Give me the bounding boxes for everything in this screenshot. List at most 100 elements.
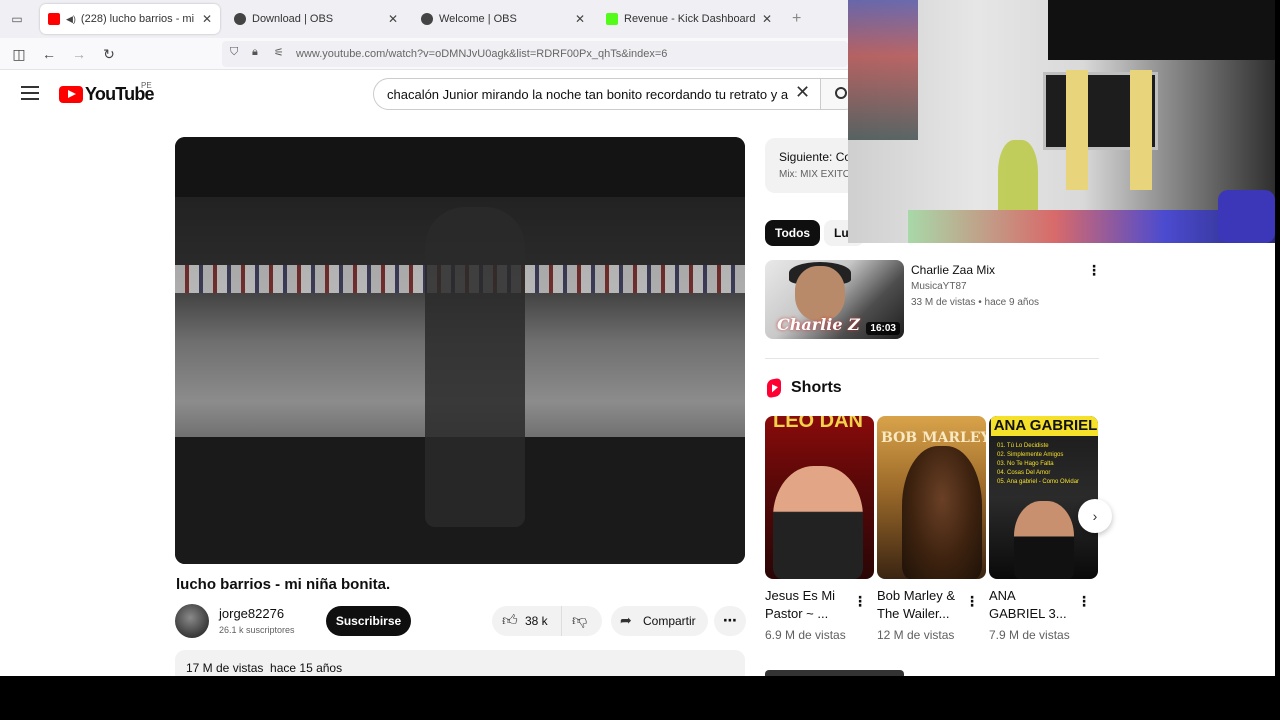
shorts-icon — [767, 377, 781, 399]
channel-avatar[interactable] — [175, 604, 209, 638]
screen-edge — [1275, 0, 1280, 676]
tab-title: Welcome | OBS — [439, 13, 517, 25]
webcam-posters — [848, 0, 918, 140]
subscribe-button[interactable]: Suscribirse — [326, 606, 411, 636]
short-title[interactable]: Bob Marley & The Wailer... — [877, 587, 957, 623]
short-thumbnail-text: LEO DAN — [773, 416, 863, 432]
forward-icon[interactable]: → — [70, 45, 88, 63]
webcam-ceiling — [1048, 0, 1275, 60]
video-duration: 16:03 — [866, 322, 900, 335]
url-text[interactable]: www.youtube.com/watch?v=oDMNJvU0agk&list… — [296, 48, 667, 60]
chevron-right-icon[interactable]: › — [1078, 499, 1112, 533]
more-options-icon[interactable]: ⋮ — [965, 593, 979, 610]
short-thumbnail[interactable]: ANA GABRIEL 01. Tú Lo Decidiste 02. Simp… — [989, 416, 1098, 579]
webcam-chair — [1218, 190, 1275, 243]
menu-icon[interactable] — [21, 86, 39, 100]
like-count: 38 k — [525, 614, 548, 628]
thumbnail-text: Charlie Z — [777, 315, 860, 334]
short-title[interactable]: Jesus Es Mi Pastor ~ ... — [765, 587, 845, 623]
webcam-object — [998, 140, 1038, 220]
short-thumbnail-text: BOB MARLEY — [881, 430, 986, 446]
view-count: 17 M de vistas hace 15 años — [186, 661, 343, 675]
tab-title: Revenue - Kick Dashboard — [624, 13, 756, 25]
tab-title: (228) lucho barrios - mi niña bonita. — [80, 13, 196, 25]
recommendation-thumbnail[interactable]: Charlie Z 16:03 — [765, 260, 904, 339]
more-options-icon[interactable]: ⋮ — [853, 593, 867, 610]
youtube-logo[interactable]: YouTube — [59, 84, 155, 105]
chip-todos[interactable]: Todos — [765, 220, 821, 246]
more-options-icon[interactable]: ⋮ — [1087, 262, 1101, 279]
short-views: 7.9 M de vistas — [989, 628, 1070, 642]
close-tab-icon[interactable]: ✕ — [762, 12, 772, 26]
short-thumbnail[interactable]: LEO DAN — [765, 416, 874, 579]
short-thumbnail-art — [1014, 501, 1074, 579]
share-icon: ➦ — [620, 612, 632, 628]
reload-icon[interactable]: ↻ — [100, 45, 118, 63]
address-bar[interactable]: ⛉ 🔒︎ ⚟ www.youtube.com/watch?v=oDMNJvU0a… — [222, 41, 848, 67]
subscriber-count: 26.1 k suscriptores — [219, 625, 295, 635]
browser-tab-bar: ▭ ◀) (228) lucho barrios - mi niña bonit… — [0, 0, 848, 38]
obs-favicon-icon — [234, 13, 246, 25]
share-label: Compartir — [643, 614, 696, 628]
short-thumbnail-text: ANA GABRIEL — [991, 416, 1098, 436]
close-tab-icon[interactable]: ✕ — [202, 12, 212, 26]
tab-welcome-obs[interactable]: Welcome | OBS ✕ — [413, 4, 593, 34]
channel-name[interactable]: jorge82276 — [219, 606, 284, 621]
short-thumbnail-art — [902, 446, 982, 579]
close-tab-icon[interactable]: ✕ — [388, 12, 398, 26]
short-thumbnail-list: 01. Tú Lo Decidiste 02. Simplemente Amig… — [997, 443, 1080, 485]
webcam-overlay — [848, 0, 1275, 243]
tab-kick-dashboard[interactable]: Revenue - Kick Dashboard ✕ — [598, 4, 780, 34]
tab-download-obs[interactable]: Download | OBS ✕ — [226, 4, 406, 34]
shorts-heading: Shorts — [791, 379, 842, 396]
like-button[interactable]: 👍︎ 38 k — [492, 606, 562, 636]
thumbnail-art — [795, 266, 845, 321]
video-frame-stage — [175, 137, 745, 197]
country-code: PE — [141, 81, 152, 90]
more-options-icon[interactable]: ⋮ — [1077, 593, 1091, 610]
audio-playing-icon[interactable]: ◀) — [66, 14, 76, 25]
youtube-play-icon — [59, 86, 83, 103]
shield-icon[interactable]: ⛉ — [230, 46, 238, 59]
lock-icon[interactable]: 🔒︎ — [252, 46, 258, 59]
obs-favicon-icon — [421, 13, 433, 25]
clear-search-icon[interactable]: ✕ — [795, 83, 810, 101]
recommendation-meta: 33 M de vistas • hace 9 años — [911, 297, 1040, 308]
divider — [765, 358, 1099, 359]
video-frame-singer — [425, 207, 525, 527]
close-tab-icon[interactable]: ✕ — [575, 12, 585, 26]
search-input[interactable]: chacalón Junior mirando la noche tan bon… — [373, 78, 821, 110]
youtube-favicon-icon — [48, 13, 60, 25]
short-views: 6.9 M de vistas — [765, 628, 846, 642]
short-views: 12 M de vistas — [877, 628, 955, 642]
webcam-curtain — [1130, 70, 1152, 190]
description-box[interactable]: 17 M de vistas hace 15 años — [175, 650, 745, 676]
share-button[interactable]: ➦ Compartir — [611, 606, 708, 636]
short-thumbnail[interactable]: BOB MARLEY — [877, 416, 986, 579]
video-player[interactable] — [175, 137, 745, 564]
webcam-curtain — [1066, 70, 1088, 190]
tab-list-icon[interactable]: ▭ — [8, 10, 26, 28]
navigation-toolbar: ◫ ← → ↻ ⛉ 🔒︎ ⚟ www.youtube.com/watch?v=o… — [0, 38, 848, 70]
kick-favicon-icon — [606, 13, 618, 25]
up-next-subtitle: Mix: MIX EXITO — [779, 169, 851, 180]
tab-title: Download | OBS — [252, 13, 334, 25]
like-dislike-bar: 👍︎ 38 k 👎︎ — [492, 606, 602, 636]
search-query[interactable]: chacalón Junior mirando la noche tan bon… — [387, 87, 795, 102]
thumbs-up-icon: 👍︎ — [502, 612, 518, 629]
thumbs-down-icon[interactable]: 👎︎ — [572, 612, 587, 630]
recommendation-title[interactable]: Charlie Zaa Mix — [911, 263, 995, 277]
up-next-label: Siguiente: Co — [779, 150, 852, 164]
more-actions-icon[interactable]: ⋯ — [714, 606, 746, 636]
tab-youtube[interactable]: ◀) (228) lucho barrios - mi niña bonita.… — [40, 4, 220, 34]
permissions-icon[interactable]: ⚟ — [274, 46, 284, 59]
video-title: lucho barrios - mi niña bonita. — [176, 576, 391, 593]
letterbox-bar — [0, 676, 1280, 720]
search-icon — [835, 87, 847, 99]
short-title[interactable]: ANA GABRIEL 3... — [989, 587, 1069, 623]
short-thumbnail-art — [773, 466, 863, 579]
sidebar-toggle-icon[interactable]: ◫ — [10, 45, 28, 63]
back-icon[interactable]: ← — [40, 45, 58, 63]
new-tab-icon[interactable]: + — [792, 10, 801, 28]
recommendation-channel[interactable]: MusicaYT87 — [911, 281, 967, 292]
